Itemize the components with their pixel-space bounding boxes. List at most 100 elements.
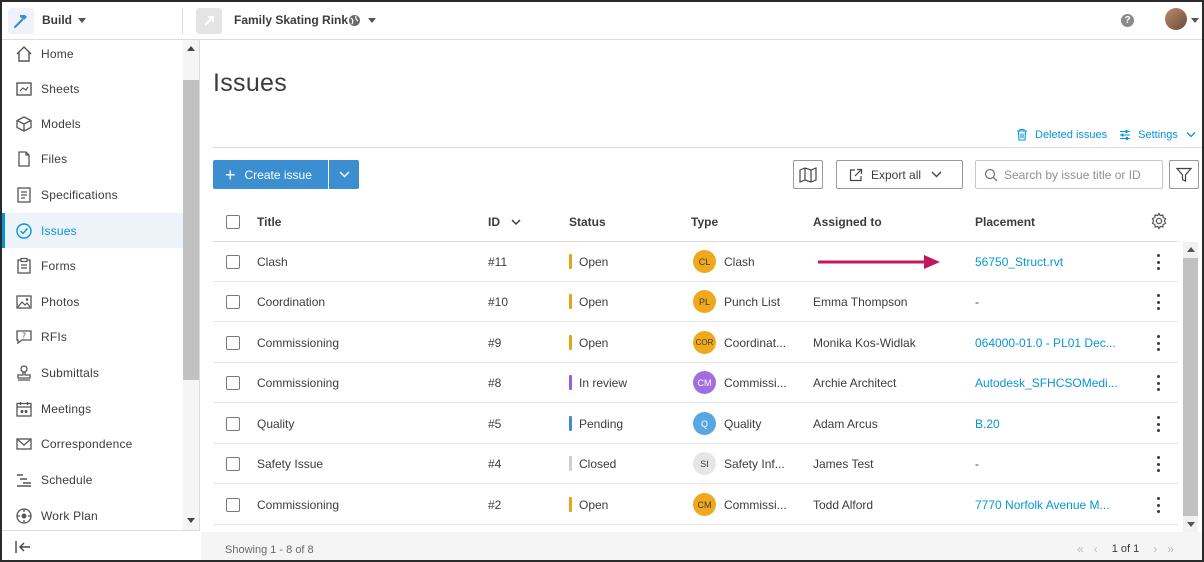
sort-descending-icon[interactable] [511, 219, 521, 226]
issue-placement-link[interactable]: 56750_Struct.rvt [975, 255, 1063, 269]
sidebar-item-home[interactable]: Home [2, 36, 183, 71]
home-icon [14, 44, 34, 64]
issue-id: #11 [488, 255, 508, 269]
column-header-status[interactable]: Status [569, 215, 606, 229]
filter-button[interactable] [1169, 160, 1199, 189]
previous-page-icon[interactable]: ‹ [1094, 542, 1098, 556]
map-view-button[interactable] [793, 160, 823, 189]
column-header-id[interactable]: ID [488, 215, 500, 229]
project-icon[interactable] [196, 8, 222, 34]
sidebar-item-work-plan[interactable]: Work Plan [2, 498, 183, 533]
issue-type: Commissi... [724, 498, 787, 512]
project-name[interactable]: Family Skating Rink [234, 13, 348, 27]
sidebar-item-photos[interactable]: Photos [2, 284, 183, 319]
row-more-options-icon[interactable] [1156, 254, 1160, 270]
app-name[interactable]: Build [42, 13, 72, 27]
page-title: Issues [213, 69, 288, 97]
row-more-options-icon[interactable] [1156, 375, 1160, 391]
column-header-assigned-to[interactable]: Assigned to [813, 215, 882, 229]
last-page-icon[interactable]: » [1167, 542, 1174, 556]
table-row[interactable]: Commissioning #8 In review CM Commissi..… [213, 363, 1178, 403]
row-checkbox[interactable] [226, 457, 240, 471]
settings-link[interactable]: Settings [1119, 129, 1196, 141]
column-header-title[interactable]: Title [257, 215, 281, 229]
sidebar-scroll-up-icon[interactable] [187, 46, 195, 51]
app-switcher-chevron-icon[interactable] [78, 18, 86, 23]
issue-placement-link[interactable]: Autodesk_SFHCSOMedi... [975, 376, 1118, 390]
issue-placement-link[interactable]: 064000-01.0 - PL01 Dec... [975, 336, 1116, 350]
row-more-options-icon[interactable] [1156, 335, 1160, 351]
table-row[interactable]: Commissioning #9 Open COR Coordinat... M… [213, 323, 1178, 363]
sidebar-item-forms[interactable]: Forms [2, 248, 183, 283]
sidebar-item-label: Specifications [41, 187, 118, 202]
table-row[interactable]: Commissioning #2 Open CM Commissi... Tod… [213, 485, 1178, 525]
table-row[interactable]: Safety Issue #4 Closed SI Safety Inf... … [213, 444, 1178, 484]
row-checkbox[interactable] [226, 376, 240, 390]
sidebar-item-rfis[interactable]: ? RFIs [2, 319, 183, 354]
sidebar-scroll-down-icon[interactable] [187, 518, 195, 523]
sidebar-item-files[interactable]: Files [2, 141, 183, 176]
help-icon[interactable]: ? [1121, 14, 1134, 27]
first-page-icon[interactable]: « [1077, 542, 1084, 556]
table-row[interactable]: Clash #11 Open CL Clash 56750_Struct.rvt [213, 242, 1178, 282]
issue-placement-link[interactable]: B.20 [975, 417, 1000, 431]
sidebar-scrollbar-thumb[interactable] [183, 80, 199, 380]
table-row[interactable]: Quality #5 Pending Q Quality Adam Arcus … [213, 404, 1178, 444]
issue-assignee: Monika Kos-Widlak [813, 336, 916, 350]
issue-title[interactable]: Commissioning [257, 336, 339, 350]
hammer-icon[interactable] [8, 8, 34, 34]
issue-type: Clash [724, 255, 755, 269]
issue-status: Pending [579, 417, 624, 431]
issue-title[interactable]: Commissioning [257, 498, 339, 512]
row-checkbox[interactable] [226, 336, 240, 350]
issue-title[interactable]: Commissioning [257, 376, 339, 390]
project-switcher-chevron-icon[interactable] [368, 18, 376, 23]
export-all-button[interactable]: Export all [836, 160, 963, 189]
schedule-icon [14, 470, 34, 490]
sidebar-item-schedule[interactable]: Schedule [2, 462, 183, 497]
sidebar-item-label: Schedule [41, 472, 93, 487]
row-checkbox[interactable] [226, 255, 240, 269]
search-field[interactable] [975, 160, 1163, 189]
select-all-checkbox[interactable] [226, 215, 240, 229]
create-issue-dropdown-button[interactable] [329, 160, 359, 189]
sliders-icon [1120, 129, 1131, 140]
row-more-options-icon[interactable] [1156, 456, 1160, 472]
export-all-label: Export all [871, 167, 922, 182]
annotation-arrow-icon [818, 255, 940, 269]
sidebar-item-label: Sheets [41, 81, 80, 96]
sidebar-item-issues[interactable]: Issues [2, 213, 183, 248]
sidebar-item-models[interactable]: Models [2, 106, 183, 141]
row-checkbox[interactable] [226, 498, 240, 512]
issue-title[interactable]: Clash [257, 255, 288, 269]
table-scroll-down-icon[interactable] [1187, 522, 1195, 527]
issue-title[interactable]: Coordination [257, 295, 325, 309]
row-checkbox[interactable] [226, 417, 240, 431]
filter-icon [1176, 167, 1192, 182]
sidebar-item-correspondence[interactable]: Correspondence [2, 426, 183, 461]
column-header-type[interactable]: Type [691, 215, 718, 229]
issue-title[interactable]: Safety Issue [257, 457, 323, 471]
sidebar-item-specifications[interactable]: Specifications [2, 177, 183, 212]
issue-title[interactable]: Quality [257, 417, 294, 431]
sidebar-item-meetings[interactable]: Meetings [2, 391, 183, 426]
user-menu-chevron-icon[interactable] [1191, 18, 1199, 23]
table-scrollbar-thumb[interactable] [1183, 258, 1198, 516]
sidebar-item-submittals[interactable]: Submittals [2, 355, 183, 390]
row-checkbox[interactable] [226, 295, 240, 309]
table-scroll-up-icon[interactable] [1187, 247, 1195, 252]
search-input[interactable] [1004, 167, 1144, 182]
table-row[interactable]: Coordination #10 Open PL Punch List Emma… [213, 282, 1178, 322]
user-avatar[interactable] [1165, 8, 1187, 30]
collapse-sidebar-icon[interactable] [14, 540, 32, 557]
next-page-icon[interactable]: › [1153, 542, 1157, 556]
row-more-options-icon[interactable] [1156, 497, 1160, 513]
issue-placement-link[interactable]: 7770 Norfolk Avenue M... [975, 498, 1110, 512]
column-settings-gear-icon[interactable] [1150, 212, 1168, 230]
sidebar-item-sheets[interactable]: Sheets [2, 71, 183, 106]
create-issue-button[interactable]: + Create issue [213, 160, 328, 189]
column-header-placement[interactable]: Placement [975, 215, 1035, 229]
row-more-options-icon[interactable] [1156, 294, 1160, 310]
deleted-issues-link[interactable]: Deleted issues [1016, 128, 1107, 141]
row-more-options-icon[interactable] [1156, 416, 1160, 432]
